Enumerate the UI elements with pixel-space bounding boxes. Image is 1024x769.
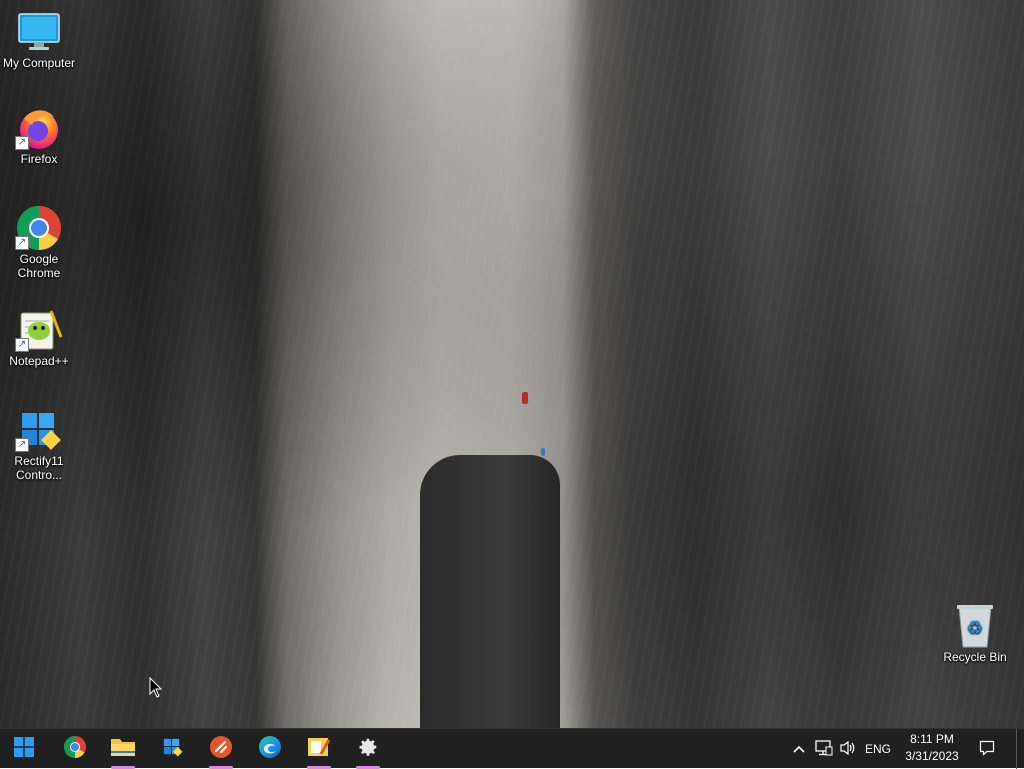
desktop-icon-label: Google Chrome — [17, 252, 61, 280]
taskbar-settings-button[interactable] — [348, 729, 388, 769]
folder-icon — [110, 736, 136, 763]
clock[interactable]: 8:11 PM 3/31/2023 — [894, 731, 970, 767]
orange-circle-icon — [209, 735, 233, 764]
network-icon — [815, 739, 833, 759]
show-hidden-icons-button[interactable] — [788, 729, 810, 769]
desktop-icon-my-computer[interactable]: My Computer — [1, 8, 77, 70]
network-status-button[interactable] — [812, 729, 836, 769]
desktop-icon-chrome[interactable]: ↗ Google Chrome — [1, 204, 77, 280]
clock-time: 8:11 PM — [910, 732, 954, 746]
edge-icon — [258, 735, 282, 764]
show-desktop-button[interactable] — [1016, 729, 1024, 769]
taskbar-edge-button[interactable] — [250, 729, 290, 769]
taskbar-orange-app-button[interactable] — [201, 729, 241, 769]
desktop-icon-label: Rectify11 Contro... — [14, 454, 64, 482]
clock-date: 3/31/2023 — [905, 749, 959, 763]
svg-text:♻: ♻ — [967, 618, 983, 639]
desktop-icon-label: My Computer — [2, 56, 76, 70]
wallpaper-rock-pillar — [420, 455, 560, 728]
recycle-bin-icon: ♻ — [951, 602, 999, 650]
speaker-icon — [839, 740, 857, 759]
desktop-icon-label: Notepad++ — [9, 354, 69, 368]
language-indicator[interactable]: ENG — [862, 729, 894, 769]
desktop[interactable]: My Computer ↗ Firefox ↗ Google Chrome ↗ … — [0, 0, 1024, 728]
gear-icon — [357, 736, 379, 763]
shortcut-arrow-icon: ↗ — [15, 338, 29, 352]
taskbar-chrome-button[interactable] — [55, 729, 95, 769]
desktop-icon-rectify11[interactable]: ↗ Rectify11 Contro... — [1, 406, 77, 482]
notepadpp-icon: ↗ — [15, 306, 63, 354]
notes-icon — [307, 736, 331, 763]
desktop-icon-notepadpp[interactable]: ↗ Notepad++ — [1, 306, 77, 368]
taskbar[interactable]: ENG 8:11 PM 3/31/2023 — [0, 728, 1024, 769]
monitor-icon — [15, 8, 63, 56]
volume-button[interactable] — [836, 729, 860, 769]
rectify11-icon: ↗ — [15, 406, 63, 454]
chrome-icon — [63, 735, 87, 764]
desktop-icon-firefox[interactable]: ↗ Firefox — [1, 104, 77, 166]
firefox-icon: ↗ — [15, 104, 63, 152]
desktop-icon-label: Firefox — [20, 152, 58, 166]
chevron-up-icon — [793, 742, 805, 756]
start-button[interactable] — [4, 729, 44, 769]
desktop-icon-recycle-bin[interactable]: ♻ Recycle Bin — [937, 602, 1013, 664]
desktop-icon-label: Recycle Bin — [943, 650, 1007, 664]
chrome-icon: ↗ — [15, 204, 63, 252]
mouse-pointer-icon — [149, 676, 163, 704]
shortcut-arrow-icon: ↗ — [15, 236, 29, 250]
wallpaper-climber — [541, 448, 545, 456]
taskbar-file-explorer-button[interactable] — [103, 729, 143, 769]
wallpaper-climber — [522, 392, 528, 404]
notifications-button[interactable] — [974, 729, 1000, 769]
taskbar-rectify11-button[interactable] — [152, 729, 192, 769]
shortcut-arrow-icon: ↗ — [15, 136, 29, 150]
rectify11-icon — [161, 736, 183, 763]
shortcut-arrow-icon: ↗ — [15, 438, 29, 452]
taskbar-notes-button[interactable] — [299, 729, 339, 769]
notification-icon — [979, 740, 995, 759]
windows-start-icon — [14, 736, 34, 762]
